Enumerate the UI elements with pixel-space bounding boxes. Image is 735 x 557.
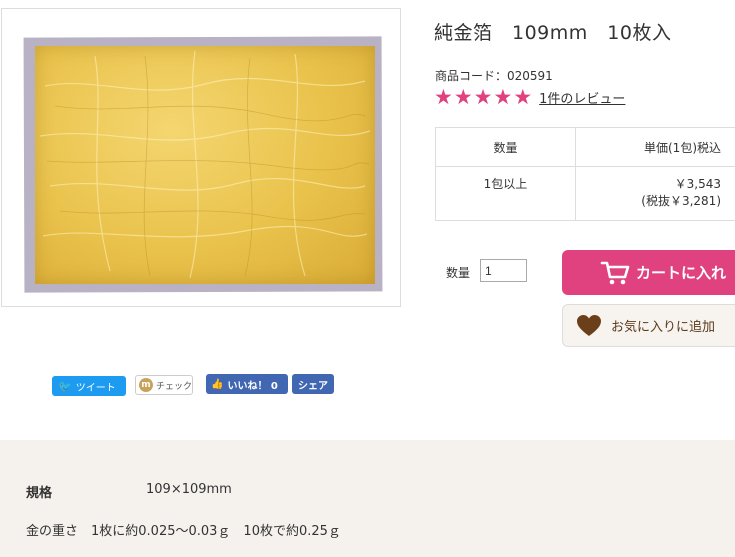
product-image[interactable] [1, 8, 401, 307]
share-label: シェア [298, 380, 328, 392]
thumbs-up-icon: 👍 [211, 378, 224, 390]
like-label: いいね！ 0 [227, 380, 278, 392]
star-icon: ★ [493, 85, 513, 109]
price-tax-included: ￥3,543 [674, 177, 721, 191]
rating: ★ ★ ★ ★ ★ 1件のレビュー [434, 86, 625, 108]
add-to-cart-button[interactable]: カートに入れ [562, 250, 735, 295]
spec-size: 109×109mm [146, 482, 232, 497]
row-quantity: 1包以上 [435, 166, 576, 221]
check-button[interactable]: m チェック [135, 375, 193, 395]
gold-leaf-wrinkles [39, 50, 371, 279]
like-button[interactable]: 👍 いいね！ 0 [206, 374, 288, 394]
twitter-bird-icon: 🐦 [58, 379, 72, 393]
tweet-label: ツイート [75, 382, 116, 394]
product-title: 純金箔 109mm 10枚入 [434, 22, 672, 44]
star-icon: ★ [453, 85, 473, 109]
add-to-favorites-button[interactable]: お気に入りに追加 [562, 304, 735, 347]
add-to-favorites-label: お気に入りに追加 [611, 320, 716, 335]
row-price: ￥3,543 (税抜￥3,281) [575, 166, 735, 221]
product-code: 商品コード：020591 [435, 69, 553, 83]
share-button[interactable]: シェア [292, 374, 334, 394]
price-table: 数量 単価(1包)税込 1包以上 ￥3,543 (税抜￥3,281) [435, 127, 735, 221]
star-icon: ★ [473, 85, 493, 109]
quantity-label: 数量 [446, 266, 471, 280]
check-label: チェック [156, 381, 193, 392]
table-row: 1包以上 ￥3,543 (税抜￥3,281) [435, 166, 735, 221]
mixi-logo-icon: m [139, 378, 153, 392]
review-link[interactable]: 1件のレビュー [539, 88, 625, 107]
spec-label: 規格 [26, 486, 53, 501]
header-unit-price: 単価(1包)税込 [575, 127, 735, 167]
spec-weight: 金の重さ 1枚に約0.025～0.03ｇ 10枚で約0.25ｇ [26, 524, 341, 539]
header-quantity: 数量 [435, 127, 576, 167]
star-icon: ★ [513, 85, 533, 109]
heart-icon [577, 314, 601, 336]
price-table-header: 数量 単価(1包)税込 [435, 127, 735, 167]
spec-section: 規格 109×109mm 金の重さ 1枚に約0.025～0.03ｇ 10枚で約0… [0, 440, 735, 557]
gold-leaf-sheet [35, 46, 375, 284]
star-icon: ★ [434, 85, 453, 109]
quantity-input[interactable] [480, 259, 527, 282]
cart-icon [600, 261, 630, 284]
rating-stars: ★ ★ ★ ★ ★ [434, 86, 533, 108]
price-tax-excluded: (税抜￥3,281) [641, 194, 721, 208]
add-to-cart-label: カートに入れ [636, 264, 727, 282]
tweet-button[interactable]: 🐦 ツイート [52, 376, 126, 396]
